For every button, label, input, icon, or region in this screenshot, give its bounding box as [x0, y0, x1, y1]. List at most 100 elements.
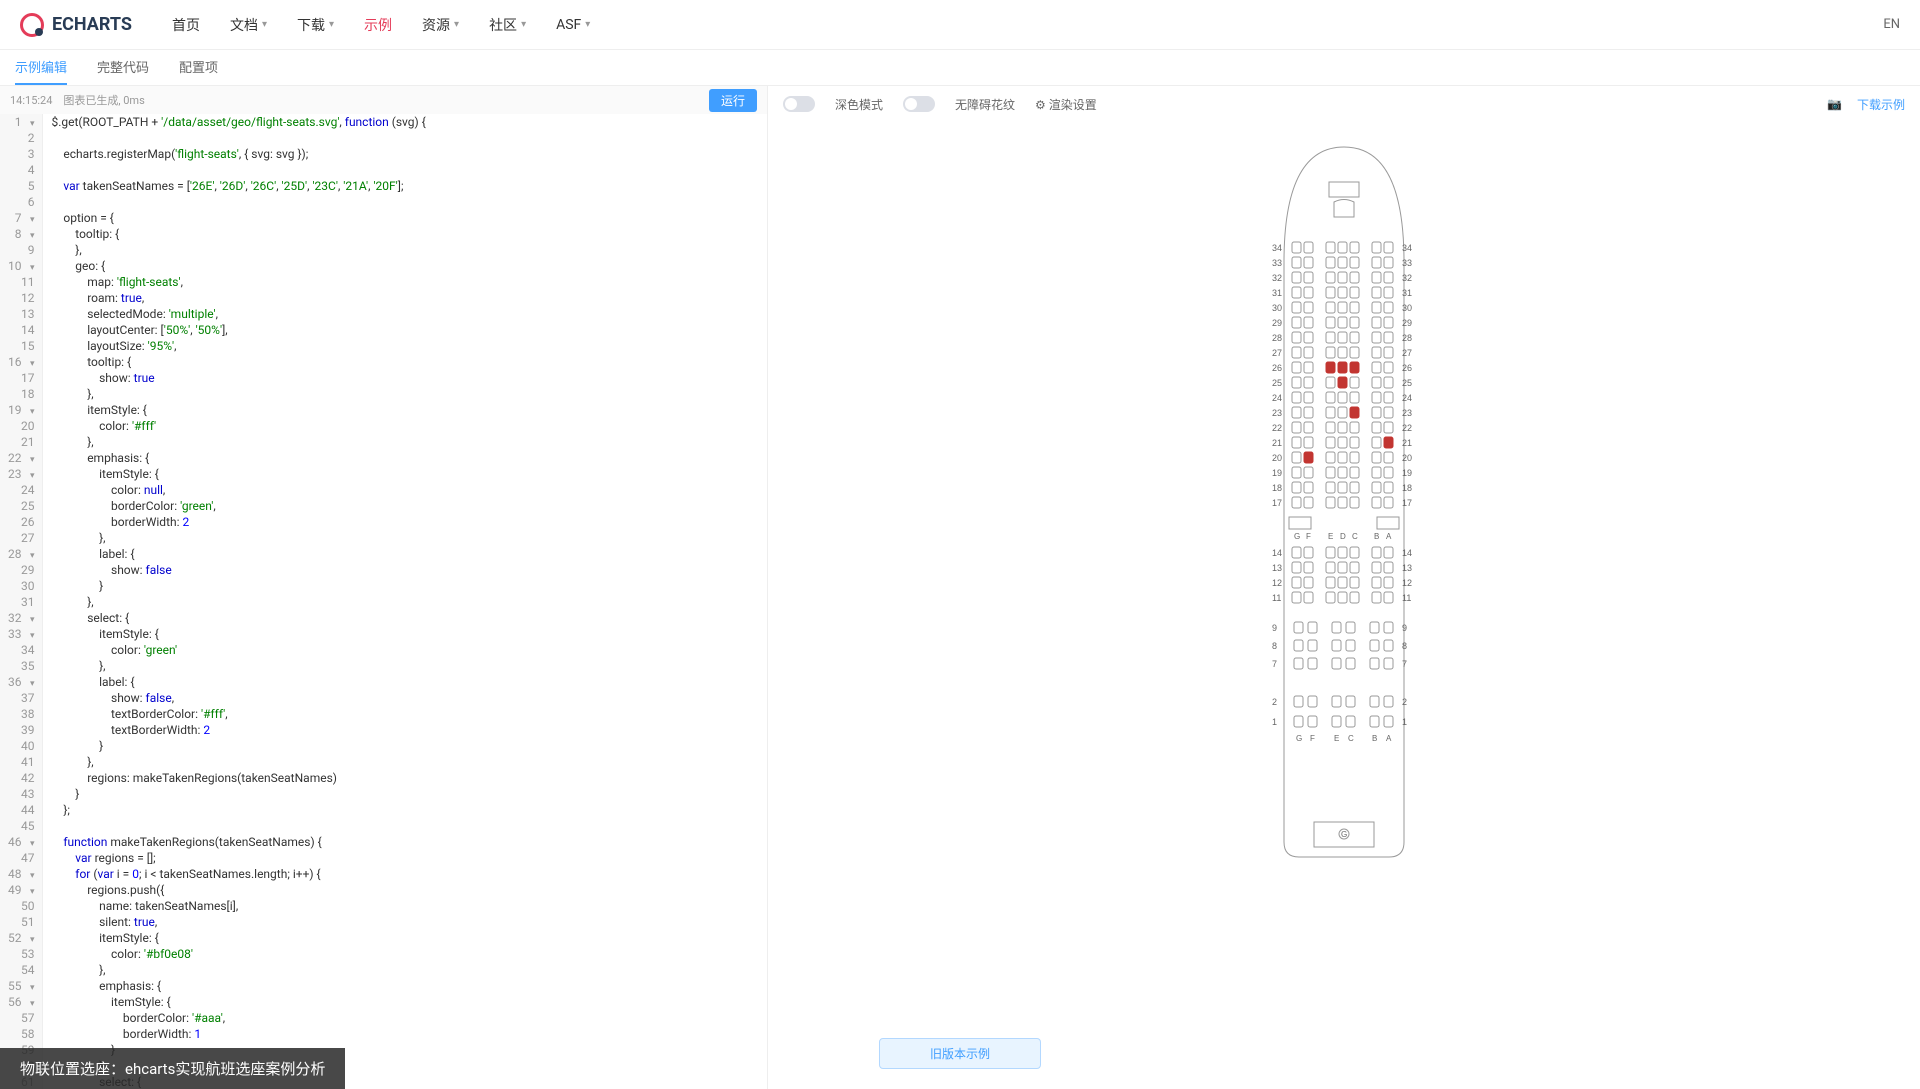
seat-12F[interactable]	[1304, 577, 1313, 588]
seat-26F[interactable]	[1304, 362, 1313, 373]
seat-9F[interactable]	[1308, 622, 1317, 633]
seat-24E[interactable]	[1326, 392, 1335, 403]
seat-31F[interactable]	[1304, 287, 1313, 298]
tab-完整代码[interactable]: 完整代码	[97, 50, 149, 85]
seat-28B[interactable]	[1372, 332, 1381, 343]
seat-19D[interactable]	[1338, 467, 1347, 478]
seat-19B[interactable]	[1372, 467, 1381, 478]
seat-20E[interactable]	[1326, 452, 1335, 463]
seat-21A[interactable]	[1384, 437, 1393, 448]
seat-24A[interactable]	[1384, 392, 1393, 403]
seat-14G[interactable]	[1292, 547, 1301, 558]
seat-28D[interactable]	[1338, 332, 1347, 343]
seat-17C[interactable]	[1350, 497, 1359, 508]
seat-34D[interactable]	[1338, 242, 1347, 253]
seat-27E[interactable]	[1326, 347, 1335, 358]
seat-26D[interactable]	[1338, 362, 1347, 373]
seat-22C[interactable]	[1350, 422, 1359, 433]
seat-33D[interactable]	[1338, 257, 1347, 268]
seat-12G[interactable]	[1292, 577, 1301, 588]
seat-26C[interactable]	[1350, 362, 1359, 373]
seat-9B[interactable]	[1370, 622, 1379, 633]
seat-28E[interactable]	[1326, 332, 1335, 343]
seat-7F[interactable]	[1308, 658, 1317, 669]
seat-19A[interactable]	[1384, 467, 1393, 478]
seat-21F[interactable]	[1304, 437, 1313, 448]
seat-23C[interactable]	[1350, 407, 1359, 418]
legacy-example-button[interactable]: 旧版本示例	[879, 1038, 1041, 1069]
seat-7A[interactable]	[1384, 658, 1393, 669]
seat-30E[interactable]	[1326, 302, 1335, 313]
seat-34C[interactable]	[1350, 242, 1359, 253]
seat-8B[interactable]	[1370, 640, 1379, 651]
dark-mode-toggle[interactable]	[783, 96, 815, 112]
seat-31D[interactable]	[1338, 287, 1347, 298]
seat-17A[interactable]	[1384, 497, 1393, 508]
seat-18G[interactable]	[1292, 482, 1301, 493]
seat-31C[interactable]	[1350, 287, 1359, 298]
seat-33A[interactable]	[1384, 257, 1393, 268]
seat-17B[interactable]	[1372, 497, 1381, 508]
seat-12B[interactable]	[1372, 577, 1381, 588]
seat-26E[interactable]	[1326, 362, 1335, 373]
seat-26B[interactable]	[1372, 362, 1381, 373]
lang-switch[interactable]: EN	[1883, 17, 1900, 32]
seat-20F[interactable]	[1304, 452, 1313, 463]
seat-34F[interactable]	[1304, 242, 1313, 253]
seat-13G[interactable]	[1292, 562, 1301, 573]
seat-29E[interactable]	[1326, 317, 1335, 328]
seat-18A[interactable]	[1384, 482, 1393, 493]
seat-21E[interactable]	[1326, 437, 1335, 448]
seat-30B[interactable]	[1372, 302, 1381, 313]
seat-svg[interactable]: 3434333332323131303029292828272726262525…	[1254, 142, 1434, 862]
seat-29G[interactable]	[1292, 317, 1301, 328]
seat-8E[interactable]	[1332, 640, 1341, 651]
seat-7E[interactable]	[1332, 658, 1341, 669]
seat-9E[interactable]	[1332, 622, 1341, 633]
seat-31A[interactable]	[1384, 287, 1393, 298]
seat-30G[interactable]	[1292, 302, 1301, 313]
seat-31G[interactable]	[1292, 287, 1301, 298]
seat-24B[interactable]	[1372, 392, 1381, 403]
seat-2C[interactable]	[1346, 696, 1355, 707]
seat-2B[interactable]	[1370, 696, 1379, 707]
seat-33E[interactable]	[1326, 257, 1335, 268]
seat-27G[interactable]	[1292, 347, 1301, 358]
seat-32D[interactable]	[1338, 272, 1347, 283]
seat-8G[interactable]	[1294, 640, 1303, 651]
seat-32F[interactable]	[1304, 272, 1313, 283]
seat-11D[interactable]	[1338, 592, 1347, 603]
seat-24D[interactable]	[1338, 392, 1347, 403]
seat-11C[interactable]	[1350, 592, 1359, 603]
seat-29F[interactable]	[1304, 317, 1313, 328]
seat-24G[interactable]	[1292, 392, 1301, 403]
seat-33B[interactable]	[1372, 257, 1381, 268]
seat-18D[interactable]	[1338, 482, 1347, 493]
seat-17G[interactable]	[1292, 497, 1301, 508]
seat-11G[interactable]	[1292, 592, 1301, 603]
nav-item-示例[interactable]: 示例	[364, 15, 392, 35]
seat-23B[interactable]	[1372, 407, 1381, 418]
seat-1A[interactable]	[1384, 716, 1393, 727]
seat-7G[interactable]	[1294, 658, 1303, 669]
seat-11E[interactable]	[1326, 592, 1335, 603]
seat-30F[interactable]	[1304, 302, 1313, 313]
seat-8C[interactable]	[1346, 640, 1355, 651]
seat-2A[interactable]	[1384, 696, 1393, 707]
seat-30A[interactable]	[1384, 302, 1393, 313]
seat-23E[interactable]	[1326, 407, 1335, 418]
seat-32B[interactable]	[1372, 272, 1381, 283]
seat-25D[interactable]	[1338, 377, 1347, 388]
seat-1F[interactable]	[1308, 716, 1317, 727]
seat-9G[interactable]	[1294, 622, 1303, 633]
nav-item-资源[interactable]: 资源▾	[422, 15, 459, 35]
seat-9C[interactable]	[1346, 622, 1355, 633]
seat-18C[interactable]	[1350, 482, 1359, 493]
seat-27B[interactable]	[1372, 347, 1381, 358]
seat-14B[interactable]	[1372, 547, 1381, 558]
flight-seat-map[interactable]: 3434333332323131303029292828272726262525…	[1254, 142, 1434, 862]
seat-29A[interactable]	[1384, 317, 1393, 328]
seat-17D[interactable]	[1338, 497, 1347, 508]
seat-22D[interactable]	[1338, 422, 1347, 433]
seat-17E[interactable]	[1326, 497, 1335, 508]
